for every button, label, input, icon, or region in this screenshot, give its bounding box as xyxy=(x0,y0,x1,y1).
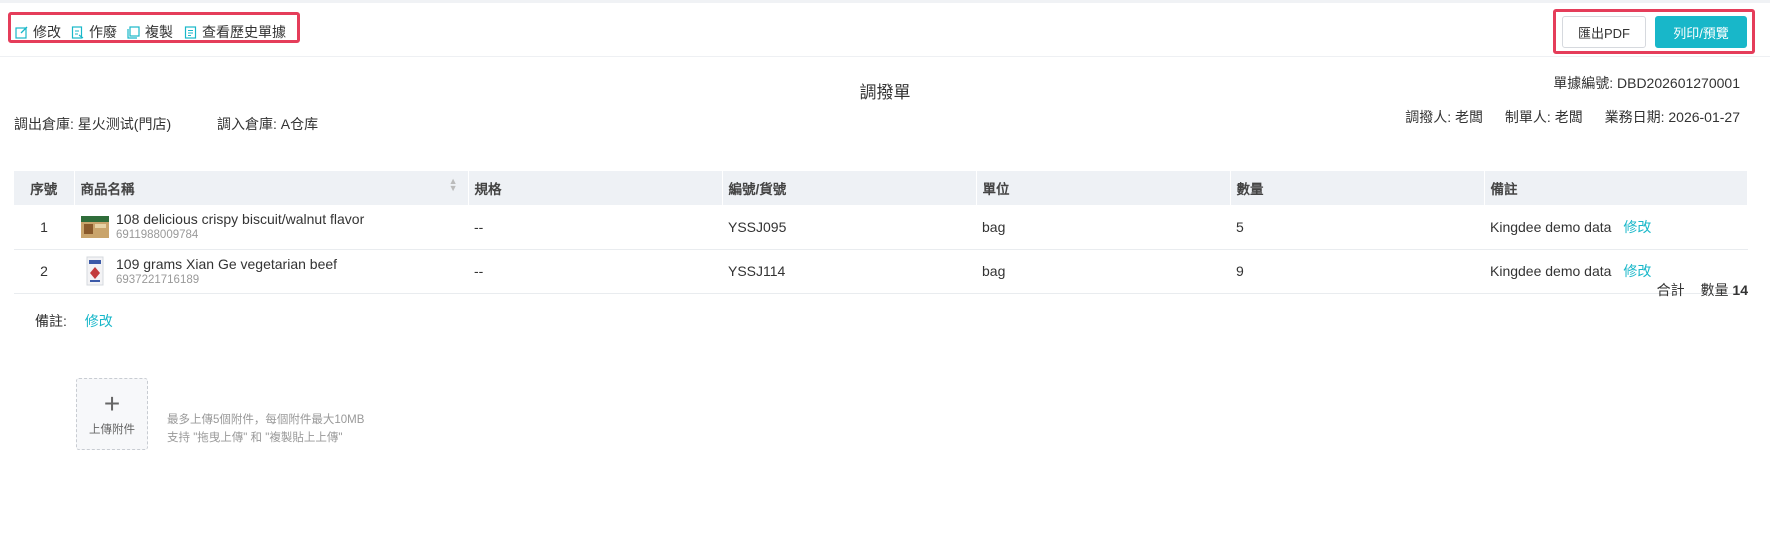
document-number-label: 單據編號: xyxy=(1553,75,1614,91)
copy-icon xyxy=(127,25,140,39)
table-row: 2 109 grams Xian Ge vegetarian beef 6937… xyxy=(14,249,1748,294)
export-pdf-button[interactable]: 匯出PDF xyxy=(1562,16,1646,48)
edit-icon xyxy=(15,26,28,39)
col-header-index: 序號 xyxy=(14,171,75,205)
void-icon xyxy=(71,25,84,39)
history-label: 查看歷史單據 xyxy=(202,24,286,40)
plus-icon: + xyxy=(103,388,121,419)
qty-cell: 9 xyxy=(1230,249,1484,294)
col-header-code: 編號/貨號 xyxy=(722,171,977,205)
in-warehouse: 調入倉庫: A仓库 xyxy=(217,114,318,134)
col-header-product[interactable]: 商品名稱 ▲ ▼ xyxy=(74,171,469,205)
remarks-edit-link[interactable]: 修改 xyxy=(85,313,113,329)
in-warehouse-label: 調入倉庫: xyxy=(217,116,277,132)
upload-label: 上傳附件 xyxy=(89,424,135,436)
product-thumbnail xyxy=(86,256,104,286)
product-name: 109 grams Xian Ge vegetarian beef xyxy=(116,255,338,272)
upload-hint: 最多上傳5個附件，每個附件最大10MB 支持 "拖曳上傳" 和 "複製貼上上傳" xyxy=(167,411,364,447)
spec-cell: -- xyxy=(468,205,722,250)
spec-cell: -- xyxy=(468,249,722,294)
upload-attachment-button[interactable]: + 上傳附件 xyxy=(76,378,148,450)
page: 修改 作廢 複製 查看歷史單據 匯出PDF 列印/預覽 調撥單 單據編號: DB… xyxy=(0,3,1770,539)
transferor-value: 老闆 xyxy=(1455,109,1484,125)
row-index: 1 xyxy=(14,205,74,250)
total-qty-label: 數量 xyxy=(1700,282,1729,298)
product-barcode: 6911988009784 xyxy=(116,229,199,242)
document-number-value: DBD202601270001 xyxy=(1617,75,1740,91)
code-cell: YSSJ114 xyxy=(722,249,976,294)
business-date-value: 2026-01-27 xyxy=(1668,109,1740,125)
history-button[interactable]: 查看歷史單據 xyxy=(184,22,286,42)
edit-label: 修改 xyxy=(33,24,61,40)
items-table: 序號 商品名稱 ▲ ▼ 規格 編號/貨號 單位 數量 備註 1 108 deli… xyxy=(14,171,1748,294)
copy-label: 複製 xyxy=(145,24,173,40)
total-label: 合計 xyxy=(1656,282,1685,298)
remark-edit-link[interactable]: 修改 xyxy=(1623,263,1651,279)
unit-cell: bag xyxy=(976,249,1230,294)
doc-people-date: 調撥人: 老闆 制單人: 老闆 業務日期: 2026-01-27 xyxy=(1405,107,1740,127)
maker-label: 制單人: xyxy=(1504,109,1551,125)
remarks-row: 備註: 修改 xyxy=(35,311,113,331)
table-row: 1 108 delicious crispy biscuit/walnut fl… xyxy=(14,205,1748,250)
col-header-remark: 備註 xyxy=(1484,171,1748,205)
transferor-label: 調撥人: xyxy=(1405,109,1452,125)
product-barcode: 6937221716189 xyxy=(116,273,200,286)
product-thumbnail xyxy=(81,215,109,238)
sort-icon[interactable]: ▲ ▼ xyxy=(449,177,458,193)
product-cell: 109 grams Xian Ge vegetarian beef 693722… xyxy=(74,249,468,294)
total-qty-value: 14 xyxy=(1732,282,1748,298)
remark-text: Kingdee demo data xyxy=(1490,263,1612,279)
product-name: 108 delicious crispy biscuit/walnut flav… xyxy=(116,211,365,228)
out-warehouse-value: 星火测试(門店) xyxy=(77,116,172,132)
product-cell: 108 delicious crispy biscuit/walnut flav… xyxy=(74,205,468,250)
upload-hint-limit: 最多上傳5個附件，每個附件最大10MB xyxy=(167,414,365,426)
row-index: 2 xyxy=(14,249,74,294)
business-date-label: 業務日期: xyxy=(1604,109,1665,125)
remark-edit-link[interactable]: 修改 xyxy=(1623,219,1651,235)
page-title: 調撥單 xyxy=(859,83,911,102)
upload-hint-methods: 支持 "拖曳上傳" 和 "複製貼上上傳" xyxy=(167,432,343,444)
totals: 合計 數量 14 xyxy=(1657,280,1748,300)
remarks-label: 備註: xyxy=(35,313,67,329)
print-preview-button[interactable]: 列印/預覽 xyxy=(1655,16,1747,48)
copy-button[interactable]: 複製 xyxy=(127,22,173,42)
void-button[interactable]: 作廢 xyxy=(71,22,117,42)
toolbar: 修改 作廢 複製 查看歷史單據 匯出PDF 列印/預覽 xyxy=(0,3,1770,57)
void-label: 作廢 xyxy=(89,24,117,40)
document-number: 單據編號: DBD202601270001 xyxy=(1553,73,1740,93)
remark-text: Kingdee demo data xyxy=(1490,218,1612,235)
col-header-unit: 單位 xyxy=(976,171,1231,205)
remark-cell: Kingdee demo data 修改 xyxy=(1484,205,1748,250)
in-warehouse-value: A仓库 xyxy=(280,116,319,132)
table-header-row: 序號 商品名稱 ▲ ▼ 規格 編號/貨號 單位 數量 備註 xyxy=(14,171,1748,205)
col-header-product-label: 商品名稱 xyxy=(80,182,135,197)
qty-cell: 5 xyxy=(1230,205,1484,250)
document-icon xyxy=(184,25,197,39)
unit-cell: bag xyxy=(976,205,1230,250)
edit-button[interactable]: 修改 xyxy=(15,22,61,42)
code-cell: YSSJ095 xyxy=(722,205,976,250)
col-header-qty: 數量 xyxy=(1230,171,1485,205)
maker-value: 老闆 xyxy=(1554,109,1583,125)
col-header-spec: 規格 xyxy=(468,171,723,205)
out-warehouse-label: 調出倉庫: xyxy=(14,116,74,132)
out-warehouse: 調出倉庫: 星火测试(門店) xyxy=(14,114,171,134)
